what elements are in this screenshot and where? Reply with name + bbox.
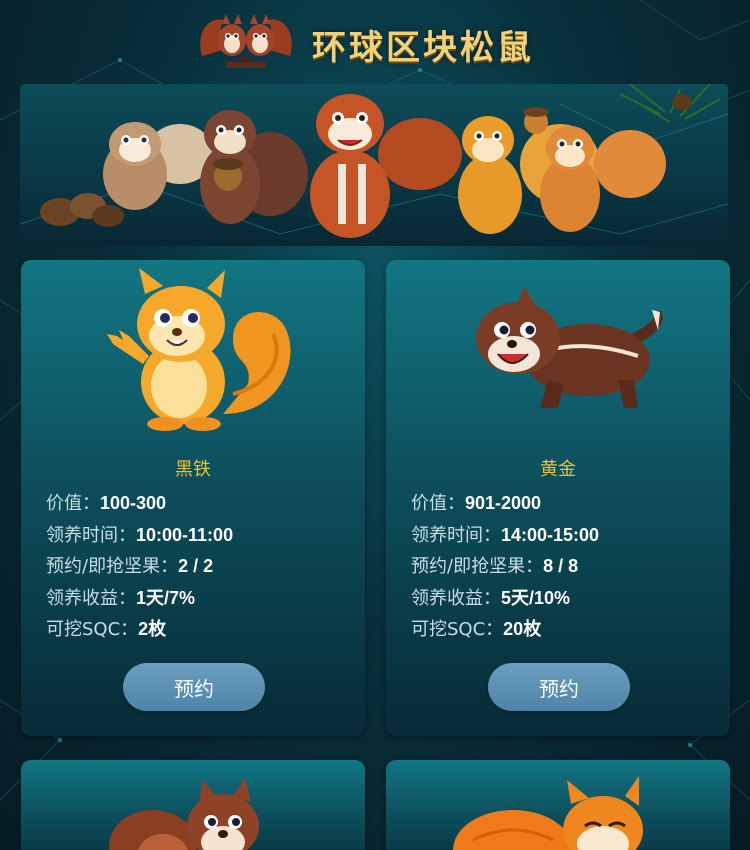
value-row: 价值：901-2000 <box>411 488 599 520</box>
product-card-2: 黄金 价值：901-2000 领养时间：14:00-15:00 预约/即抢坚果：… <box>386 260 730 736</box>
reserve-nuts-label: 预约/即抢坚果： <box>46 556 179 577</box>
reserve-nuts-row: 预约/即抢坚果：2 / 2 <box>46 551 233 583</box>
value-amount: 901-2000 <box>465 493 542 513</box>
adopt-time-value: 14:00-15:00 <box>501 524 600 545</box>
orange-squirrel-icon <box>453 776 643 850</box>
reserve-nuts-value: 8 / 8 <box>543 556 579 576</box>
adopt-time-label: 领养时间： <box>46 524 136 546</box>
product-card-1: 黑铁 价值：100-300 领养时间：10:00-11:00 预约/即抢坚果：2… <box>21 260 365 736</box>
adopt-yield-label: 领养收益： <box>46 587 136 609</box>
product-name: 黄金 <box>540 459 576 480</box>
orange-squirrel-icon <box>107 268 291 431</box>
value-row: 价值：100-300 <box>46 488 233 520</box>
adopt-time-label: 领养时间： <box>411 524 501 546</box>
reserve-nuts-row: 预约/即抢坚果：8 / 8 <box>411 551 599 583</box>
value-label: 价值： <box>46 493 100 514</box>
product-details: 价值：901-2000 领养时间：14:00-15:00 预约/即抢坚果：8 /… <box>411 488 599 646</box>
adopt-time-row: 领养时间：10:00-11:00 <box>46 520 233 552</box>
product-card-3 <box>21 760 365 850</box>
mine-sqc-row: 可挖SQC：2枚 <box>46 614 233 646</box>
squirrel-group-illustration <box>20 84 728 238</box>
mine-sqc-row: 可挖SQC：20枚 <box>411 614 599 646</box>
product-details: 价值：100-300 领养时间：10:00-11:00 预约/即抢坚果：2 / … <box>46 488 233 646</box>
adopt-time-row: 领养时间：14:00-15:00 <box>411 520 599 552</box>
squirrel-pair-logo-icon <box>200 14 292 68</box>
reserve-button[interactable]: 预约 <box>123 663 265 711</box>
adopt-yield-value: 5天/10% <box>501 587 571 608</box>
brown-squirrel-icon <box>109 778 259 850</box>
adopt-yield-label: 领养收益： <box>411 587 501 609</box>
product-card-4 <box>386 760 730 850</box>
value-label: 价值： <box>411 493 465 514</box>
mine-sqc-label: 可挖SQC： <box>411 619 504 640</box>
adopt-yield-value: 1天/7% <box>136 587 196 608</box>
app-title: 环球区块松鼠 <box>312 28 534 68</box>
reserve-nuts-label: 预约/即抢坚果： <box>411 556 544 577</box>
reserve-button[interactable]: 预约 <box>488 663 630 711</box>
value-amount: 100-300 <box>100 493 167 513</box>
adopt-yield-row: 领养收益：1天/7% <box>46 583 233 615</box>
adopt-time-value: 10:00-11:00 <box>136 524 234 545</box>
product-name: 黑铁 <box>175 459 211 480</box>
adopt-yield-row: 领养收益：5天/10% <box>411 583 599 615</box>
mine-sqc-value: 2枚 <box>138 619 167 639</box>
banner-illustration <box>20 84 728 246</box>
mine-sqc-label: 可挖SQC： <box>46 619 139 640</box>
app-header: 环球区块松鼠 <box>0 0 750 82</box>
reserve-nuts-value: 2 / 2 <box>178 556 214 576</box>
mine-sqc-value: 20枚 <box>503 619 542 639</box>
brown-chipmunk-icon <box>476 286 663 408</box>
